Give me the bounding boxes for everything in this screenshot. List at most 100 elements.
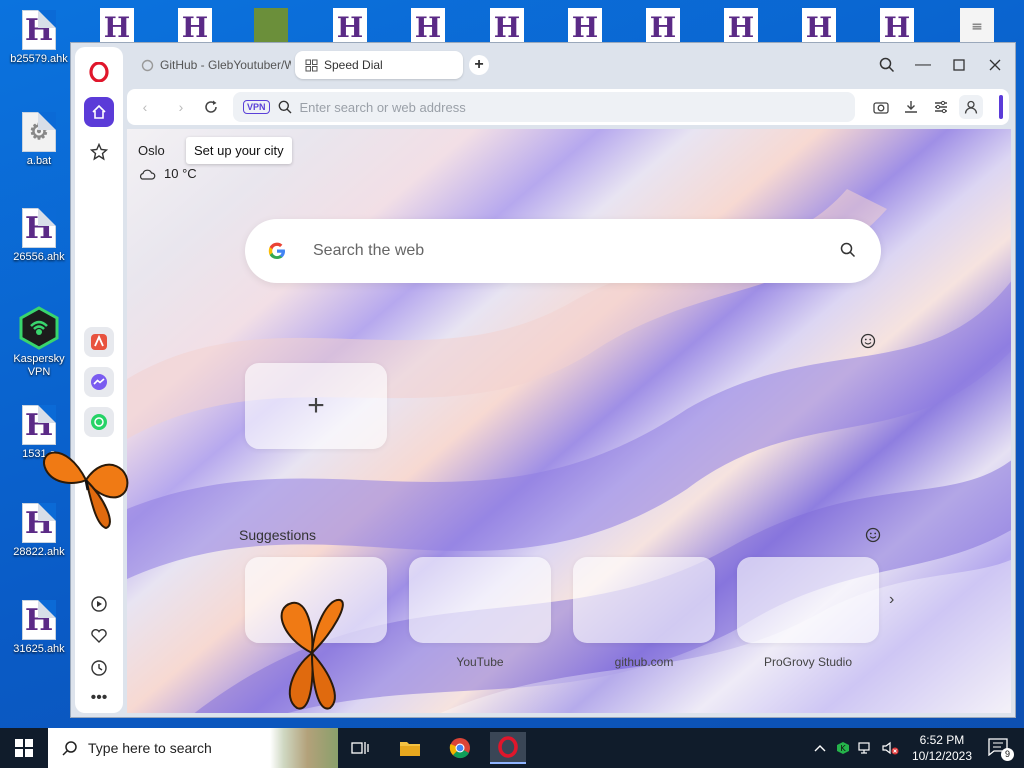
plus-icon: + — [307, 389, 325, 422]
windows-logo-icon — [15, 739, 33, 757]
tab-label: GitHub - GlebYoutuber/W — [160, 58, 291, 72]
new-tab-button[interactable]: + — [469, 55, 489, 75]
tab-label: Speed Dial — [324, 58, 383, 72]
start-button[interactable] — [0, 728, 48, 768]
desktop-icon-label: Kaspersky VPN — [13, 353, 65, 378]
desktop-icon-label: 31625.ahk — [13, 643, 65, 655]
taskbar-search-placeholder: Type here to search — [88, 740, 212, 756]
file-explorer-icon[interactable] — [392, 732, 428, 764]
search-icon — [62, 741, 77, 756]
kaspersky-vpn-icon — [19, 306, 59, 350]
chevron-right-icon[interactable]: › — [889, 591, 894, 609]
profile-icon[interactable] — [959, 95, 983, 119]
loading-spinner-icon — [141, 59, 154, 72]
back-button[interactable]: ‹ — [135, 97, 155, 117]
ahk-file-icon[interactable]: H — [724, 8, 758, 46]
ahk-file-icon[interactable]: H — [490, 8, 524, 46]
desktop-icon-b25579[interactable]: H b25579.ahk — [8, 10, 70, 66]
smiley-icon[interactable] — [860, 333, 876, 349]
maximize-button[interactable] — [945, 51, 973, 79]
forward-button[interactable]: › — [171, 97, 191, 117]
gear-file-icon: ⚙ — [22, 112, 56, 152]
aria-icon[interactable] — [84, 327, 114, 357]
temperature-value: 10 °C — [164, 166, 197, 181]
notification-center-button[interactable]: 9 — [988, 738, 1014, 761]
taskbar-clock[interactable]: 6:52 PM 10/12/2023 — [912, 732, 972, 764]
ahk-file-icon[interactable]: H — [802, 8, 836, 46]
taskbar: Type here to search K 6:52 PM 10/12/2023… — [0, 728, 1024, 768]
weather-city[interactable]: Oslo — [138, 143, 165, 158]
google-icon — [268, 242, 285, 259]
download-icon[interactable] — [899, 95, 923, 119]
ahk-file-icon: H — [22, 208, 56, 248]
smiley-icon[interactable] — [865, 527, 881, 543]
minimize-button[interactable]: — — [909, 51, 937, 79]
address-bar[interactable]: VPN — [233, 92, 855, 122]
history-clock-icon[interactable] — [84, 653, 114, 683]
camera-icon[interactable] — [869, 95, 893, 119]
home-icon[interactable] — [84, 97, 114, 127]
taskbar-search-box[interactable]: Type here to search — [48, 728, 338, 768]
ahk-file-icon: H — [22, 10, 56, 50]
address-input[interactable] — [299, 99, 820, 115]
player-icon[interactable] — [84, 589, 114, 619]
search-tabs-icon[interactable] — [873, 51, 901, 79]
close-button[interactable] — [981, 51, 1009, 79]
search-icon[interactable] — [839, 241, 857, 259]
ahk-file-icon[interactable]: H — [646, 8, 680, 46]
opera-logo-icon[interactable] — [84, 57, 114, 87]
reload-button[interactable] — [201, 97, 221, 117]
chevron-up-icon[interactable] — [814, 744, 826, 752]
network-icon[interactable] — [858, 741, 874, 755]
task-view-icon[interactable] — [342, 732, 378, 764]
suggestion-tile-progrovy[interactable] — [737, 557, 879, 643]
butterfly-icon — [43, 451, 129, 530]
add-speed-dial-button[interactable]: + — [245, 363, 387, 449]
svg-text:K: K — [840, 744, 846, 753]
minecraft-icon[interactable] — [254, 8, 288, 46]
heart-icon[interactable] — [84, 621, 114, 651]
search-icon — [278, 100, 292, 114]
web-search-box[interactable] — [245, 219, 881, 283]
vpn-badge[interactable]: VPN — [243, 100, 270, 114]
notification-count-badge: 9 — [1001, 748, 1014, 761]
cloud-icon — [138, 168, 156, 180]
suggestion-tile-youtube[interactable] — [409, 557, 551, 643]
suggestion-label: github.com — [614, 655, 674, 669]
star-icon[interactable] — [84, 137, 114, 167]
desktop-icon-31625[interactable]: H 31625.ahk — [8, 600, 70, 656]
clock-time: 6:52 PM — [919, 733, 965, 747]
clock-date: 10/12/2023 — [911, 749, 972, 763]
ahk-file-icon[interactable]: H — [568, 8, 602, 46]
speed-dial-icon — [305, 59, 318, 72]
desktop-icon-a-bat[interactable]: ⚙ a.bat — [8, 112, 70, 168]
easy-setup-icon[interactable] — [929, 95, 953, 119]
suggestion-tile-github[interactable] — [573, 557, 715, 643]
ahk-file-icon[interactable]: H — [333, 8, 367, 46]
weather-temperature[interactable]: 10 °C — [138, 166, 197, 181]
opera-taskbar-icon[interactable] — [490, 732, 526, 764]
tab-speed-dial[interactable]: Speed Dial — [295, 51, 463, 79]
tab-github[interactable]: GitHub - GlebYoutuber/W — [131, 51, 291, 79]
more-dots-icon[interactable]: ••• — [84, 683, 114, 713]
desktop-icon-26556[interactable]: H 26556.ahk — [8, 208, 70, 264]
system-tray: K — [814, 728, 900, 768]
web-search-input[interactable] — [313, 242, 813, 260]
desktop-icon-label: a.bat — [26, 155, 52, 167]
messenger-icon[interactable] — [84, 367, 114, 397]
chrome-icon[interactable] — [442, 732, 478, 764]
desktop-icon-label: 26556.ahk — [13, 251, 65, 263]
ahk-file-icon[interactable]: H — [178, 8, 212, 46]
ahk-file-icon: H — [22, 600, 56, 640]
desktop-icon-label: 28822.ahk — [13, 546, 65, 558]
kaspersky-tray-icon[interactable]: K — [836, 741, 850, 755]
text-file-icon[interactable]: ≡ — [960, 8, 994, 46]
sidebar-indicator — [999, 95, 1003, 119]
ahk-file-icon[interactable]: H — [880, 8, 914, 46]
volume-muted-icon[interactable] — [882, 741, 900, 755]
desktop-icon-kaspersky-vpn[interactable]: Kaspersky VPN — [8, 306, 70, 379]
ahk-file-icon[interactable]: H — [411, 8, 445, 46]
suggestion-label: YouTube — [456, 655, 504, 669]
browser-sidebar: ••• — [75, 47, 123, 713]
ahk-file-icon[interactable]: H — [100, 8, 134, 46]
